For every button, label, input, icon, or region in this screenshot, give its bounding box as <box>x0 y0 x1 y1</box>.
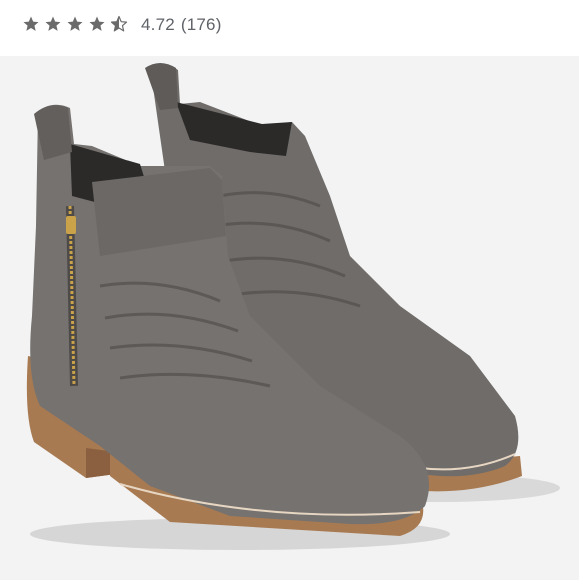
star-rating <box>22 15 128 33</box>
product-image[interactable] <box>0 56 579 580</box>
star-5-icon <box>110 15 128 32</box>
rating-value: 4.72 <box>141 14 175 34</box>
review-count: (176) <box>180 14 222 34</box>
star-1-icon <box>23 16 39 31</box>
star-3-icon <box>67 16 83 31</box>
suede-ankle-boots-photo <box>0 56 579 580</box>
star-4-icon <box>89 16 105 31</box>
star-2-icon <box>45 16 61 31</box>
rating-summary[interactable]: 4.72 (176) <box>0 0 579 48</box>
